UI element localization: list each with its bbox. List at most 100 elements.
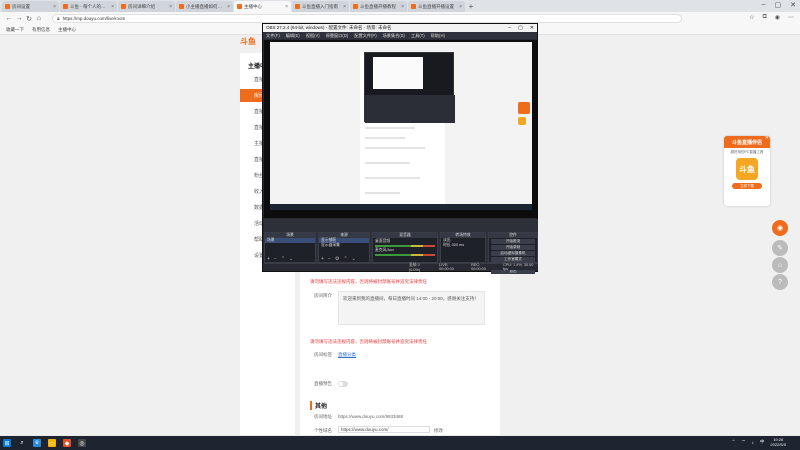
desc-label: 房间简介 (314, 293, 332, 298)
obs-minimize-icon[interactable]: – (508, 25, 511, 31)
minimize-icon[interactable]: – (762, 1, 766, 9)
edge-icon[interactable]: e (33, 439, 41, 447)
volume-icon[interactable]: ♪ (752, 440, 754, 445)
obs-menu-item[interactable]: 停靠窗口(D) (326, 33, 349, 39)
tab-close-icon[interactable]: × (169, 4, 172, 10)
custom-domain-edit-button[interactable]: 修改 (434, 428, 443, 434)
tab-close-icon[interactable]: × (343, 4, 346, 10)
room-description-textarea[interactable]: 欢迎来到我的直播间，每日直播时间 14:00 - 20:00，感谢关注支持！ (338, 291, 485, 325)
start-icon[interactable]: ⊞ (3, 439, 11, 447)
forward-icon[interactable]: → (14, 15, 24, 22)
download-promo-card[interactable]: ✕ 斗鱼直播伴侣 超好用的PC直播工具 斗鱼 立即下载 (724, 135, 770, 206)
side-live-icon[interactable]: ◉ (772, 220, 788, 236)
tab-close-icon[interactable]: × (459, 4, 462, 10)
add-source-icon[interactable]: + (321, 257, 324, 262)
side-feedback-icon[interactable]: ✎ (772, 240, 788, 256)
clock[interactable]: 19:26 2022/5/5 (770, 437, 786, 447)
live-preview-toggle[interactable] (338, 381, 348, 387)
bookmark-item-1[interactable]: 有用信息 (32, 27, 50, 33)
collections-icon[interactable]: ⧉ (762, 14, 766, 21)
source-item[interactable]: 显示器采集 (319, 243, 369, 248)
home-icon[interactable]: ⌂ (34, 15, 44, 22)
refresh-icon[interactable]: ↻ (24, 15, 34, 23)
mixer-level-meter[interactable] (375, 245, 435, 247)
tab-close-icon[interactable]: × (227, 4, 230, 10)
bookmark-item-0[interactable]: 收藏一下 (6, 27, 24, 33)
obs-menu-bar: 文件(F) 编辑(E) 视图(V) 停靠窗口(D) 配置文件(P) 场景集合(S) 工具(T… (263, 32, 537, 39)
browser-tab[interactable]: 主播中心 × (234, 1, 291, 12)
obs-close-icon[interactable]: ✕ (530, 25, 534, 31)
preview-nested-obs (364, 52, 455, 123)
side-help-icon[interactable]: ? (772, 274, 788, 290)
browser-tab[interactable]: 房间详细介绍 × (118, 1, 175, 12)
obs-preview[interactable] (264, 40, 538, 218)
obs-menu-item[interactable]: 文件(F) (266, 33, 280, 39)
obs-menu-item[interactable]: 帮助(H) (431, 33, 445, 39)
room-link-label: 房间地址 (314, 414, 332, 419)
obs-menu-item[interactable]: 视图(V) (306, 33, 320, 39)
browser-tab[interactable]: 斗鱼直播开播教程 × (350, 1, 407, 12)
move-down-icon[interactable]: ⌄ (289, 257, 293, 262)
section-other-title: 其他 (310, 401, 327, 410)
tab-favicon-icon (179, 4, 184, 9)
remove-source-icon[interactable]: − (328, 257, 331, 262)
tab-close-icon[interactable]: × (285, 4, 288, 10)
close-icon[interactable]: ✕ (790, 1, 796, 9)
preview-captured-screen (270, 42, 532, 210)
add-scene-icon[interactable]: + (267, 257, 270, 262)
move-up-icon[interactable]: ⌃ (281, 257, 285, 262)
obs-control-button[interactable]: 开始推流 (491, 239, 535, 244)
browser-tab[interactable]: 小主播直播如何设置开播× (176, 1, 233, 12)
obs-menu-item[interactable]: 工具(T) (411, 33, 425, 39)
network-icon[interactable]: ⌔ (741, 439, 745, 445)
back-icon[interactable]: ← (4, 15, 14, 22)
audio-mixer-panel: 混音器 桌面音频 麦克风/Aux (372, 232, 438, 263)
obs-taskbar-icon[interactable]: ◎ (78, 439, 86, 447)
browser-tab[interactable]: 斗鱼直播入门指南 × (292, 1, 349, 12)
mixer-header: 混音器 (373, 233, 437, 238)
promo-download-button[interactable]: 立即下载 (732, 183, 762, 189)
remove-scene-icon[interactable]: − (274, 257, 277, 262)
browser-tab[interactable]: 斗鱼直播开播设置 × (408, 1, 465, 12)
tab-close-icon[interactable]: × (401, 4, 404, 10)
promo-title: 斗鱼直播伴侣 (724, 136, 770, 148)
obs-control-button[interactable]: 工作室模式 (491, 257, 535, 262)
nested-preview-area (373, 57, 423, 89)
tab-close-icon[interactable]: × (53, 4, 56, 10)
apply-link[interactable]: 直播分类 (338, 352, 356, 358)
move-up-icon[interactable]: ⌃ (343, 257, 347, 262)
window-controls: – ▢ ✕ (762, 1, 796, 9)
explorer-icon[interactable]: ▭ (48, 439, 56, 447)
obs-control-button[interactable]: 开始录制 (491, 245, 535, 250)
obs-control-button[interactable]: 启动虚拟摄像机 (491, 251, 535, 256)
duration-value[interactable]: 300 ms (452, 243, 464, 247)
browser-tab[interactable]: 房间设置 × (2, 1, 59, 12)
browser-tab[interactable]: 斗鱼 - 每个人的直播平台× (60, 1, 117, 12)
source-settings-icon[interactable]: ⚙ (335, 257, 339, 262)
tab-close-icon[interactable]: × (111, 4, 114, 10)
custom-domain-input[interactable]: https://www.douyu.com/ (338, 426, 430, 433)
app-icon[interactable]: ◆ (63, 439, 71, 447)
obs-maximize-icon[interactable]: ▢ (518, 25, 523, 31)
scene-item[interactable]: 场景 (265, 238, 315, 243)
profile-icon[interactable]: ◉ (775, 14, 780, 21)
tray-up-icon[interactable]: ⌃ (732, 439, 736, 445)
obs-menu-item[interactable]: 场景集合(S) (383, 33, 405, 39)
side-home-icon[interactable]: ⌂ (772, 257, 788, 273)
new-tab-button[interactable]: + (466, 1, 476, 12)
tab-favicon-icon (237, 4, 242, 9)
promo-subtitle: 超好用的PC直播工具 (730, 150, 764, 154)
promo-close-icon[interactable]: ✕ (765, 135, 769, 141)
maximize-icon[interactable]: ▢ (775, 1, 782, 9)
site-logo[interactable]: 斗鱼 (240, 36, 256, 47)
more-menu-icon[interactable]: ⋯ (788, 14, 794, 21)
bookmark-item-2[interactable]: 主播中心 (58, 27, 76, 33)
obs-menu-item[interactable]: 配置文件(P) (354, 33, 376, 39)
move-down-icon[interactable]: ⌄ (352, 257, 356, 262)
input-language[interactable]: 中 (760, 439, 765, 445)
favorite-star-icon[interactable]: ☆ (749, 14, 754, 21)
search-icon[interactable]: ⌕ (18, 439, 26, 447)
mixer-level-meter[interactable] (375, 254, 435, 256)
url-input[interactable]: 🔒︎ https://mp.douyu.com/live/room (52, 14, 682, 23)
obs-menu-item[interactable]: 编辑(E) (286, 33, 300, 39)
